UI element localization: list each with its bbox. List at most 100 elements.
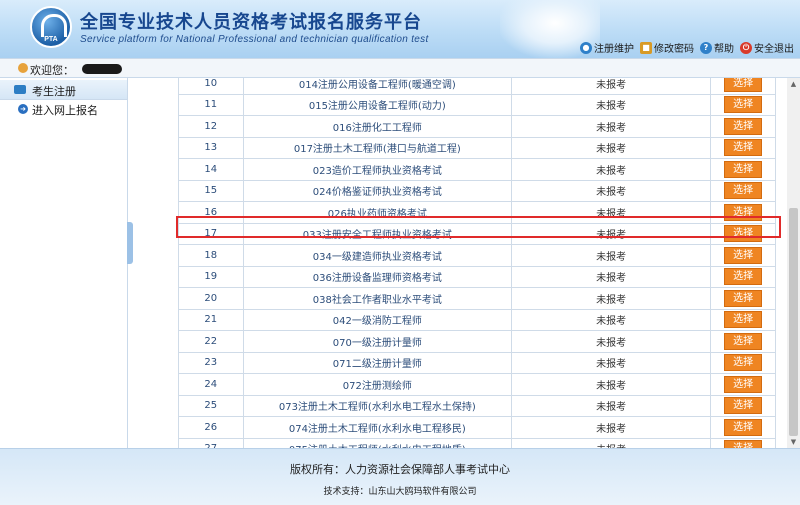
logout-label: 安全退出: [754, 44, 794, 55]
action-cell: 选择: [710, 244, 776, 267]
action-cell: 选择: [710, 179, 776, 202]
exam-status: 未报考: [511, 373, 712, 396]
table-row: 21 042一级消防工程师 未报考 选择: [178, 308, 776, 331]
row-number: 21: [178, 308, 244, 331]
table-row: 15 024价格鉴证师执业资格考试 未报考 选择: [178, 179, 776, 202]
table-row: 26 074注册土木工程师(水利水电工程移民) 未报考 选择: [178, 416, 776, 439]
exam-status: 未报考: [511, 287, 712, 310]
globe-icon: ●: [580, 41, 592, 54]
row-number: 12: [178, 115, 244, 138]
sidebar: 考生注册 ➜ 进入网上报名: [0, 78, 128, 448]
exam-list-panel: 10 014注册公用设备工程师(暖通空调) 未报考 选择 11 015注册公用设备工程师(…: [133, 78, 787, 448]
select-button[interactable]: 选择: [724, 397, 763, 415]
table-row: 17 033注册安全工程师执业资格考试 未报考 选择: [178, 222, 776, 245]
exam-name: 074注册土木工程师(水利水电工程移民): [242, 416, 513, 439]
welcome-bar: 欢迎您：: [0, 58, 800, 78]
mail-icon: [14, 85, 26, 94]
action-cell: 选择: [710, 351, 776, 374]
table-row: 14 023造价工程师执业资格考试 未报考 选择: [178, 158, 776, 181]
table-row: 12 016注册化工工程师 未报考 选择: [178, 115, 776, 138]
exam-name: 071二级注册计量师: [242, 351, 513, 374]
row-number: 10: [178, 78, 244, 95]
exam-status: 未报考: [511, 78, 712, 95]
scrollbar[interactable]: ▲ ▼: [787, 78, 800, 448]
register-maintain-link[interactable]: ● 注册维护: [580, 40, 634, 55]
exam-table: 10 014注册公用设备工程师(暖通空调) 未报考 选择 11 015注册公用设备工程师(…: [178, 78, 776, 448]
logout-link[interactable]: ⏻ 安全退出: [740, 40, 794, 55]
select-button[interactable]: 选择: [724, 332, 763, 350]
power-icon: ⏻: [740, 41, 752, 54]
redacted-username: [82, 64, 122, 74]
pta-logo: PTA: [30, 6, 72, 48]
select-button[interactable]: 选择: [724, 268, 763, 286]
action-cell: 选择: [710, 222, 776, 245]
action-cell: 选择: [710, 136, 776, 159]
select-button[interactable]: 选择: [724, 203, 763, 221]
site-title: 全国专业技术人员资格考试报名服务平台: [80, 12, 422, 33]
exam-name: 016注册化工工程师: [242, 115, 513, 138]
select-button[interactable]: 选择: [724, 418, 763, 436]
select-button[interactable]: 选择: [724, 311, 763, 329]
action-cell: 选择: [710, 287, 776, 310]
action-cell: 选择: [710, 265, 776, 288]
row-number: 18: [178, 244, 244, 267]
exam-name: 023造价工程师执业资格考试: [242, 158, 513, 181]
exam-status: 未报考: [511, 394, 712, 417]
scrollbar-thumb[interactable]: [789, 208, 798, 436]
table-row: 23 071二级注册计量师 未报考 选择: [178, 351, 776, 374]
select-button[interactable]: 选择: [724, 182, 763, 200]
sidebar-item-label: 进入网上报名: [32, 104, 98, 117]
select-button[interactable]: 选择: [724, 78, 763, 92]
action-cell: 选择: [710, 330, 776, 353]
exam-status: 未报考: [511, 308, 712, 331]
table-row: 10 014注册公用设备工程师(暖通空调) 未报考 选择: [178, 78, 776, 95]
row-number: 24: [178, 373, 244, 396]
sidebar-section-register[interactable]: 考生注册: [0, 80, 127, 100]
select-button[interactable]: 选择: [724, 354, 763, 372]
table-row: 20 038社会工作者职业水平考试 未报考 选择: [178, 287, 776, 310]
table-row: 24 072注册测绘师 未报考 选择: [178, 373, 776, 396]
row-number: 25: [178, 394, 244, 417]
table-row: 18 034一级建造师执业资格考试 未报考 选择: [178, 244, 776, 267]
scroll-up-icon[interactable]: ▲: [787, 78, 800, 90]
top-links: ● 注册维护 ■ 修改密码 ? 帮助 ⏻ 安全退出: [580, 40, 794, 55]
help-icon: ?: [700, 41, 712, 54]
table-row: 19 036注册设备监理师资格考试 未报考 选择: [178, 265, 776, 288]
exam-status: 未报考: [511, 222, 712, 245]
table-row: 16 026执业药师资格考试 未报考 选择: [178, 201, 776, 224]
exam-name: 072注册测绘师: [242, 373, 513, 396]
exam-status: 未报考: [511, 93, 712, 116]
select-button[interactable]: 选择: [724, 375, 763, 393]
action-cell: 选择: [710, 308, 776, 331]
select-button[interactable]: 选择: [724, 96, 763, 114]
exam-name: 036注册设备监理师资格考试: [242, 265, 513, 288]
select-button[interactable]: 选择: [724, 289, 763, 307]
select-button[interactable]: 选择: [724, 160, 763, 178]
logo-text: PTA: [44, 36, 58, 43]
exam-status: 未报考: [511, 179, 712, 202]
select-button[interactable]: 选择: [724, 225, 763, 243]
select-button[interactable]: 选择: [724, 139, 763, 157]
sidebar-item-online-registration[interactable]: ➜ 进入网上报名: [0, 100, 127, 118]
row-number: 26: [178, 416, 244, 439]
exam-status: 未报考: [511, 158, 712, 181]
exam-name: 033注册安全工程师执业资格考试: [242, 222, 513, 245]
scroll-down-icon[interactable]: ▼: [787, 436, 800, 448]
table-row: 11 015注册公用设备工程师(动力) 未报考 选择: [178, 93, 776, 116]
select-button[interactable]: 选择: [724, 440, 763, 448]
row-number: 17: [178, 222, 244, 245]
select-button[interactable]: 选择: [724, 246, 763, 264]
site-subtitle: Service platform for National Profession…: [80, 34, 429, 45]
row-number: 23: [178, 351, 244, 374]
change-password-link[interactable]: ■ 修改密码: [640, 40, 694, 55]
help-link[interactable]: ? 帮助: [700, 40, 734, 55]
table-row: 22 070一级注册计量师 未报考 选择: [178, 330, 776, 353]
action-cell: 选择: [710, 158, 776, 181]
action-cell: 选择: [710, 201, 776, 224]
action-cell: 选择: [710, 78, 776, 95]
help-label: 帮助: [714, 44, 734, 55]
select-button[interactable]: 选择: [724, 117, 763, 135]
footer: 版权所有：人力资源社会保障部人事考试中心 技术支持：山东山大鸥玛软件有限公司: [0, 448, 800, 505]
sidebar-section-label: 考生注册: [32, 85, 76, 98]
exam-status: 未报考: [511, 351, 712, 374]
